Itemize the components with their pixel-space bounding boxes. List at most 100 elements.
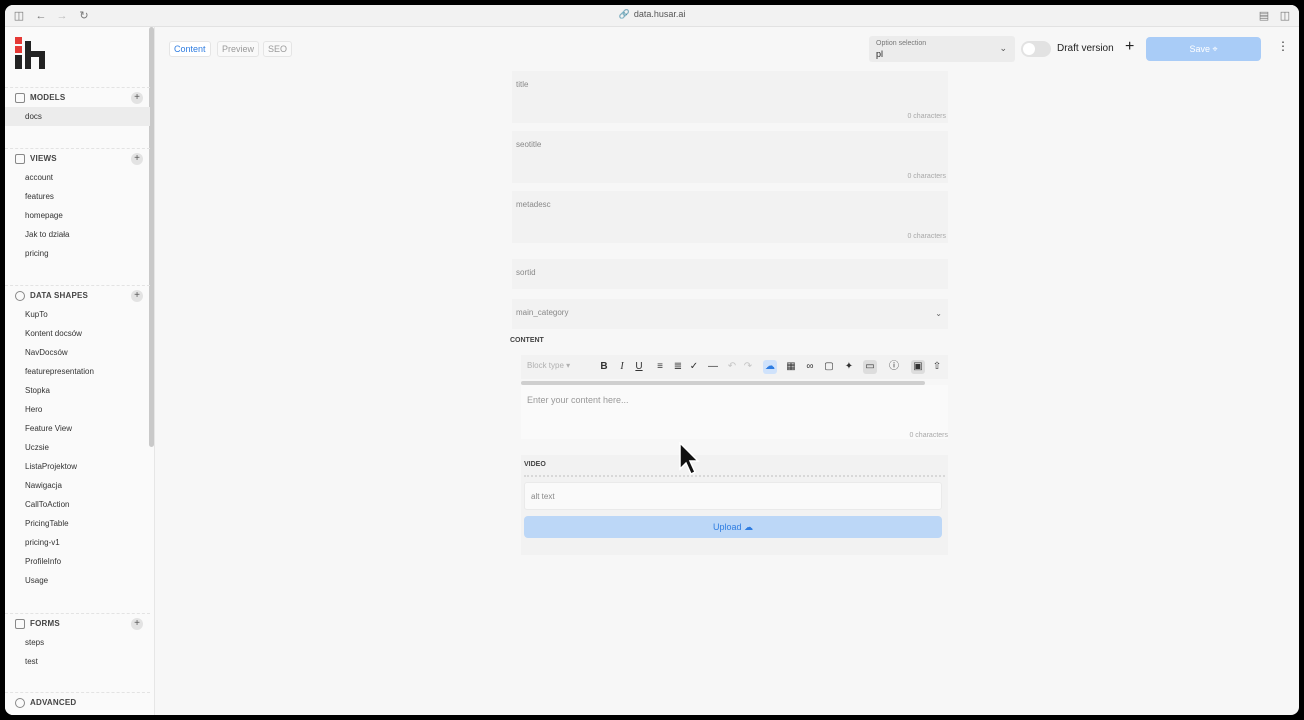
draft-version-toggle[interactable]	[1021, 41, 1051, 57]
views-section: VIEWS + account features homepage Jak to…	[5, 148, 150, 263]
forms-icon	[15, 619, 25, 629]
editor-toolbar: Block type ▾ B I U ≡ ≣ ✓ — ↶ ↷ ☁ ▦ ∞ ▢ ✦…	[521, 355, 948, 379]
upload-button[interactable]: Upload ☁	[524, 516, 942, 538]
title-field[interactable]: title 0 characters	[512, 71, 948, 123]
data-shapes-header[interactable]: DATA SHAPES +	[5, 285, 150, 305]
video-label: VIDEO	[524, 461, 546, 468]
models-section: MODELS + docs	[5, 87, 150, 126]
embed-icon[interactable]: ▢	[822, 360, 836, 374]
sidebar-item-profileinfo[interactable]: ProfileInfo	[5, 552, 150, 571]
sidebar-item-steps[interactable]: steps	[5, 633, 150, 652]
upload-label: Upload	[712, 522, 742, 532]
gear-icon	[15, 698, 25, 708]
horizontal-rule-icon[interactable]: —	[706, 360, 720, 374]
add-model-icon[interactable]: +	[131, 92, 143, 104]
upload-file-icon[interactable]: ⇧	[930, 360, 944, 374]
metadesc-label: metadesc	[516, 200, 551, 209]
sidebar-item-feature-view[interactable]: Feature View	[5, 419, 150, 438]
cloud-upload-icon: ☁	[744, 522, 754, 532]
underline-icon[interactable]: U	[632, 360, 646, 374]
tab-preview[interactable]: Preview	[217, 41, 260, 57]
italic-icon[interactable]: I	[615, 360, 629, 374]
content-char-count: 0 characters	[909, 432, 948, 439]
monitor-icon[interactable]: ▭	[863, 360, 877, 374]
option-selection-value: pl	[876, 49, 884, 59]
redo-icon[interactable]: ↷	[741, 360, 755, 374]
content-editor[interactable]: Enter your content here... 0 characters	[521, 385, 948, 439]
url-text: data.husar.ai	[633, 9, 686, 19]
app-logo-icon[interactable]	[15, 37, 47, 69]
metadesc-field[interactable]: metadesc 0 characters	[512, 191, 948, 243]
sidebar-item-nawigacja[interactable]: Nawigacja	[5, 476, 150, 495]
sidebar-item-test[interactable]: test	[5, 652, 150, 671]
save-button[interactable]: Save ⌖	[1146, 37, 1261, 61]
data-shapes-label: DATA SHAPES	[30, 291, 89, 300]
tab-seo[interactable]: SEO	[263, 41, 293, 57]
alt-text-input[interactable]: alt text	[524, 482, 942, 510]
tab-content[interactable]: Content	[169, 41, 211, 57]
option-selection-label: Option selection	[876, 40, 927, 47]
sidebar-item-uczsie[interactable]: Uczsie	[5, 438, 150, 457]
models-label: MODELS	[30, 93, 66, 102]
address-bar[interactable]: 🔗 data.husar.ai	[5, 9, 1299, 20]
chevron-down-icon: ⌄	[999, 43, 1007, 53]
add-icon[interactable]: +	[1125, 38, 1134, 56]
browser-window: ◫ ← → ↻ 🔗 data.husar.ai ▤ ◫ MODELS + docs	[5, 5, 1299, 715]
sidebar-item-stopka[interactable]: Stopka	[5, 381, 150, 400]
data-shapes-icon	[15, 291, 25, 301]
seotitle-label: seotitle	[516, 140, 542, 149]
forms-label: FORMS	[30, 619, 60, 628]
sidebar-item-features[interactable]: features	[5, 187, 150, 206]
sidebar-item-pricing[interactable]: pricing	[5, 244, 150, 263]
table-icon[interactable]: ▦	[784, 360, 798, 374]
rich-text-editor: Block type ▾ B I U ≡ ≣ ✓ — ↶ ↷ ☁ ▦ ∞ ▢ ✦…	[521, 355, 948, 439]
add-data-shape-icon[interactable]: +	[131, 290, 143, 302]
views-header[interactable]: VIEWS +	[5, 148, 150, 168]
bold-icon[interactable]: B	[597, 360, 611, 374]
magic-wand-icon[interactable]: ✦	[842, 360, 856, 374]
block-type-select[interactable]: Block type ▾	[527, 361, 570, 370]
sidebar-item-kupto[interactable]: KupTo	[5, 305, 150, 324]
info-icon[interactable]: ⓘ	[887, 360, 901, 374]
option-selection-dropdown[interactable]: Option selection pl ⌄	[869, 36, 1015, 62]
more-options-icon[interactable]: ⋮	[1277, 39, 1289, 53]
cloud-upload-icon[interactable]: ☁	[763, 360, 777, 374]
data-shapes-section: DATA SHAPES + KupTo Kontent docsów NavDo…	[5, 285, 150, 590]
reader-icon[interactable]: ▤	[1257, 9, 1271, 23]
views-label: VIEWS	[30, 154, 57, 163]
sidebar-item-docs[interactable]: docs	[5, 107, 150, 126]
add-view-icon[interactable]: +	[131, 153, 143, 165]
image-icon[interactable]: ▣	[911, 360, 925, 374]
sidebar-item-kontent-docsow[interactable]: Kontent docsów	[5, 324, 150, 343]
split-view-icon[interactable]: ◫	[1278, 9, 1292, 23]
advanced-header[interactable]: ADVANCED	[5, 692, 150, 712]
models-header[interactable]: MODELS +	[5, 87, 150, 107]
seotitle-field[interactable]: seotitle 0 characters	[512, 131, 948, 183]
forms-header[interactable]: FORMS +	[5, 613, 150, 633]
link-icon[interactable]: ∞	[803, 360, 817, 374]
sidebar-item-hero[interactable]: Hero	[5, 400, 150, 419]
sidebar-item-calltoaction[interactable]: CallToAction	[5, 495, 150, 514]
checklist-icon[interactable]: ✓	[687, 360, 701, 374]
undo-icon[interactable]: ↶	[725, 360, 739, 374]
sidebar-item-pricingtable[interactable]: PricingTable	[5, 514, 150, 533]
metadesc-char-count: 0 characters	[907, 233, 946, 240]
numbered-list-icon[interactable]: ≣	[671, 360, 685, 374]
sidebar-item-account[interactable]: account	[5, 168, 150, 187]
video-field: VIDEO alt text Upload ☁	[521, 455, 948, 555]
sortid-field[interactable]: sortid	[512, 259, 948, 289]
alt-text-placeholder: alt text	[531, 492, 555, 501]
forms-section: FORMS + steps test	[5, 613, 150, 671]
sidebar-item-jak-to-dziala[interactable]: Jak to działa	[5, 225, 150, 244]
save-icon: ⌖	[1212, 44, 1218, 54]
main-category-select[interactable]: main_category ⌄	[512, 299, 948, 329]
sidebar-item-usage[interactable]: Usage	[5, 571, 150, 590]
draft-version-label: Draft version	[1057, 43, 1114, 54]
bullet-list-icon[interactable]: ≡	[653, 360, 667, 374]
add-form-icon[interactable]: +	[131, 618, 143, 630]
sidebar-item-featurepresentation[interactable]: featurepresentation	[5, 362, 150, 381]
sidebar-item-listaprojektow[interactable]: ListaProjektow	[5, 457, 150, 476]
sidebar-item-pricing-v1[interactable]: pricing-v1	[5, 533, 150, 552]
sidebar-item-homepage[interactable]: homepage	[5, 206, 150, 225]
sidebar-item-navdocsow[interactable]: NavDocsów	[5, 343, 150, 362]
